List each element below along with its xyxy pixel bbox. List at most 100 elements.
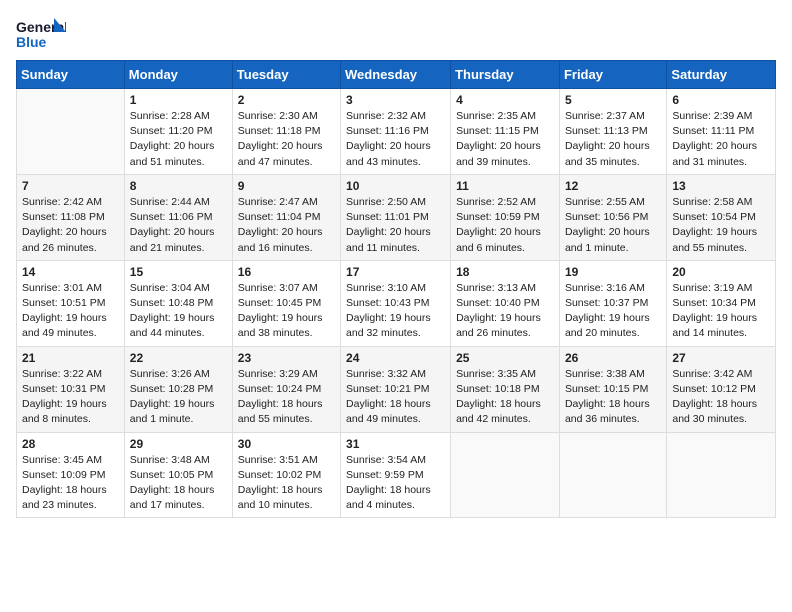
calendar-cell: 4Sunrise: 2:35 AM Sunset: 11:15 PM Dayli… bbox=[451, 89, 560, 175]
cell-data: Sunrise: 2:42 AM Sunset: 11:08 PM Daylig… bbox=[22, 195, 119, 256]
day-number: 6 bbox=[672, 93, 770, 107]
calendar-cell: 23Sunrise: 3:29 AM Sunset: 10:24 PM Dayl… bbox=[232, 346, 340, 432]
cell-data: Sunrise: 3:48 AM Sunset: 10:05 PM Daylig… bbox=[130, 453, 227, 514]
cell-data: Sunrise: 3:16 AM Sunset: 10:37 PM Daylig… bbox=[565, 281, 661, 342]
cell-data: Sunrise: 3:19 AM Sunset: 10:34 PM Daylig… bbox=[672, 281, 770, 342]
calendar-cell: 16Sunrise: 3:07 AM Sunset: 10:45 PM Dayl… bbox=[232, 260, 340, 346]
calendar-cell: 22 Sunrise: 3:26 AM Sunset: 10:28 PM Dayl… bbox=[124, 346, 232, 432]
weekday-header: Friday bbox=[559, 61, 666, 89]
cell-data: Sunrise: 2:39 AM Sunset: 11:11 PM Daylig… bbox=[672, 109, 770, 170]
cell-data: Sunrise: 2:44 AM Sunset: 11:06 PM Daylig… bbox=[130, 195, 227, 256]
weekday-header: Tuesday bbox=[232, 61, 340, 89]
cell-data: Sunrise: 2:55 AM Sunset: 10:56 PM Daylig… bbox=[565, 195, 661, 256]
cell-data: Sunrise: 3:04 AM Sunset: 10:48 PM Daylig… bbox=[130, 281, 227, 342]
calendar-cell: 13 Sunrise: 2:58 AM Sunset: 10:54 PM Dayl… bbox=[667, 174, 776, 260]
weekday-header: Monday bbox=[124, 61, 232, 89]
calendar-week-row: 21Sunrise: 3:22 AM Sunset: 10:31 PM Dayl… bbox=[17, 346, 776, 432]
calendar-cell: 30Sunrise: 3:51 AM Sunset: 10:02 PM Dayl… bbox=[232, 432, 340, 518]
calendar-cell: 17 Sunrise: 3:10 AM Sunset: 10:43 PM Dayl… bbox=[341, 260, 451, 346]
day-number: 26 bbox=[565, 351, 661, 365]
day-number: 16 bbox=[238, 265, 335, 279]
calendar-cell bbox=[17, 89, 125, 175]
weekday-header-row: SundayMondayTuesdayWednesdayThursdayFrid… bbox=[17, 61, 776, 89]
day-number: 1 bbox=[130, 93, 227, 107]
day-number: 11 bbox=[456, 179, 554, 193]
day-number: 7 bbox=[22, 179, 119, 193]
weekday-header: Saturday bbox=[667, 61, 776, 89]
day-number: 12 bbox=[565, 179, 661, 193]
calendar-week-row: 7 Sunrise: 2:42 AM Sunset: 11:08 PM Dayli… bbox=[17, 174, 776, 260]
day-number: 8 bbox=[130, 179, 227, 193]
calendar-week-row: 1 Sunrise: 2:28 AM Sunset: 11:20 PM Dayli… bbox=[17, 89, 776, 175]
cell-data: Sunrise: 3:10 AM Sunset: 10:43 PM Daylig… bbox=[346, 281, 445, 342]
day-number: 22 bbox=[130, 351, 227, 365]
day-number: 18 bbox=[456, 265, 554, 279]
weekday-header: Thursday bbox=[451, 61, 560, 89]
calendar-cell: 21Sunrise: 3:22 AM Sunset: 10:31 PM Dayl… bbox=[17, 346, 125, 432]
day-number: 4 bbox=[456, 93, 554, 107]
calendar-cell: 14Sunrise: 3:01 AM Sunset: 10:51 PM Dayl… bbox=[17, 260, 125, 346]
cell-data: Sunrise: 3:22 AM Sunset: 10:31 PM Daylig… bbox=[22, 367, 119, 428]
calendar-cell bbox=[451, 432, 560, 518]
calendar-week-row: 28 Sunrise: 3:45 AM Sunset: 10:09 PM Dayl… bbox=[17, 432, 776, 518]
calendar-cell: 11Sunrise: 2:52 AM Sunset: 10:59 PM Dayl… bbox=[451, 174, 560, 260]
cell-data: Sunrise: 3:54 AM Sunset: 9:59 PM Dayligh… bbox=[346, 453, 445, 514]
day-number: 5 bbox=[565, 93, 661, 107]
calendar-cell: 15 Sunrise: 3:04 AM Sunset: 10:48 PM Dayl… bbox=[124, 260, 232, 346]
day-number: 25 bbox=[456, 351, 554, 365]
day-number: 15 bbox=[130, 265, 227, 279]
calendar-cell: 31 Sunrise: 3:54 AM Sunset: 9:59 PM Dayli… bbox=[341, 432, 451, 518]
calendar-cell: 5 Sunrise: 2:37 AM Sunset: 11:13 PM Dayli… bbox=[559, 89, 666, 175]
calendar-table: SundayMondayTuesdayWednesdayThursdayFrid… bbox=[16, 60, 776, 518]
cell-data: Sunrise: 3:32 AM Sunset: 10:21 PM Daylig… bbox=[346, 367, 445, 428]
day-number: 27 bbox=[672, 351, 770, 365]
calendar-cell: 18 Sunrise: 3:13 AM Sunset: 10:40 PM Dayl… bbox=[451, 260, 560, 346]
weekday-header: Sunday bbox=[17, 61, 125, 89]
calendar-cell: 8 Sunrise: 2:44 AM Sunset: 11:06 PM Dayli… bbox=[124, 174, 232, 260]
calendar-cell: 27 Sunrise: 3:42 AM Sunset: 10:12 PM Dayl… bbox=[667, 346, 776, 432]
calendar-cell: 29 Sunrise: 3:48 AM Sunset: 10:05 PM Dayl… bbox=[124, 432, 232, 518]
cell-data: Sunrise: 2:47 AM Sunset: 11:04 PM Daylig… bbox=[238, 195, 335, 256]
cell-data: Sunrise: 3:38 AM Sunset: 10:15 PM Daylig… bbox=[565, 367, 661, 428]
calendar-cell: 24Sunrise: 3:32 AM Sunset: 10:21 PM Dayl… bbox=[341, 346, 451, 432]
calendar-week-row: 14Sunrise: 3:01 AM Sunset: 10:51 PM Dayl… bbox=[17, 260, 776, 346]
calendar-cell: 10Sunrise: 2:50 AM Sunset: 11:01 PM Dayl… bbox=[341, 174, 451, 260]
calendar-cell: 2Sunrise: 2:30 AM Sunset: 11:18 PM Dayli… bbox=[232, 89, 340, 175]
day-number: 13 bbox=[672, 179, 770, 193]
day-number: 10 bbox=[346, 179, 445, 193]
calendar-cell: 7 Sunrise: 2:42 AM Sunset: 11:08 PM Dayli… bbox=[17, 174, 125, 260]
calendar-cell: 9Sunrise: 2:47 AM Sunset: 11:04 PM Dayli… bbox=[232, 174, 340, 260]
weekday-header: Wednesday bbox=[341, 61, 451, 89]
calendar-cell: 12 Sunrise: 2:55 AM Sunset: 10:56 PM Dayl… bbox=[559, 174, 666, 260]
calendar-cell bbox=[559, 432, 666, 518]
day-number: 19 bbox=[565, 265, 661, 279]
calendar-cell: 28 Sunrise: 3:45 AM Sunset: 10:09 PM Dayl… bbox=[17, 432, 125, 518]
day-number: 20 bbox=[672, 265, 770, 279]
calendar-cell bbox=[667, 432, 776, 518]
cell-data: Sunrise: 2:28 AM Sunset: 11:20 PM Daylig… bbox=[130, 109, 227, 170]
day-number: 2 bbox=[238, 93, 335, 107]
day-number: 28 bbox=[22, 437, 119, 451]
day-number: 14 bbox=[22, 265, 119, 279]
cell-data: Sunrise: 3:51 AM Sunset: 10:02 PM Daylig… bbox=[238, 453, 335, 514]
calendar-cell: 26 Sunrise: 3:38 AM Sunset: 10:15 PM Dayl… bbox=[559, 346, 666, 432]
day-number: 31 bbox=[346, 437, 445, 451]
calendar-cell: 1 Sunrise: 2:28 AM Sunset: 11:20 PM Dayli… bbox=[124, 89, 232, 175]
cell-data: Sunrise: 3:42 AM Sunset: 10:12 PM Daylig… bbox=[672, 367, 770, 428]
calendar-cell: 6 Sunrise: 2:39 AM Sunset: 11:11 PM Dayli… bbox=[667, 89, 776, 175]
logo: GeneralBlue bbox=[16, 16, 66, 52]
day-number: 29 bbox=[130, 437, 227, 451]
logo-icon: GeneralBlue bbox=[16, 16, 66, 52]
cell-data: Sunrise: 2:37 AM Sunset: 11:13 PM Daylig… bbox=[565, 109, 661, 170]
cell-data: Sunrise: 2:58 AM Sunset: 10:54 PM Daylig… bbox=[672, 195, 770, 256]
calendar-cell: 20 Sunrise: 3:19 AM Sunset: 10:34 PM Dayl… bbox=[667, 260, 776, 346]
calendar-cell: 19 Sunrise: 3:16 AM Sunset: 10:37 PM Dayl… bbox=[559, 260, 666, 346]
cell-data: Sunrise: 3:26 AM Sunset: 10:28 PM Daylig… bbox=[130, 367, 227, 428]
page-header: GeneralBlue bbox=[16, 16, 776, 52]
cell-data: Sunrise: 3:35 AM Sunset: 10:18 PM Daylig… bbox=[456, 367, 554, 428]
cell-data: Sunrise: 3:45 AM Sunset: 10:09 PM Daylig… bbox=[22, 453, 119, 514]
day-number: 17 bbox=[346, 265, 445, 279]
cell-data: Sunrise: 3:13 AM Sunset: 10:40 PM Daylig… bbox=[456, 281, 554, 342]
svg-text:Blue: Blue bbox=[16, 34, 47, 50]
cell-data: Sunrise: 3:29 AM Sunset: 10:24 PM Daylig… bbox=[238, 367, 335, 428]
